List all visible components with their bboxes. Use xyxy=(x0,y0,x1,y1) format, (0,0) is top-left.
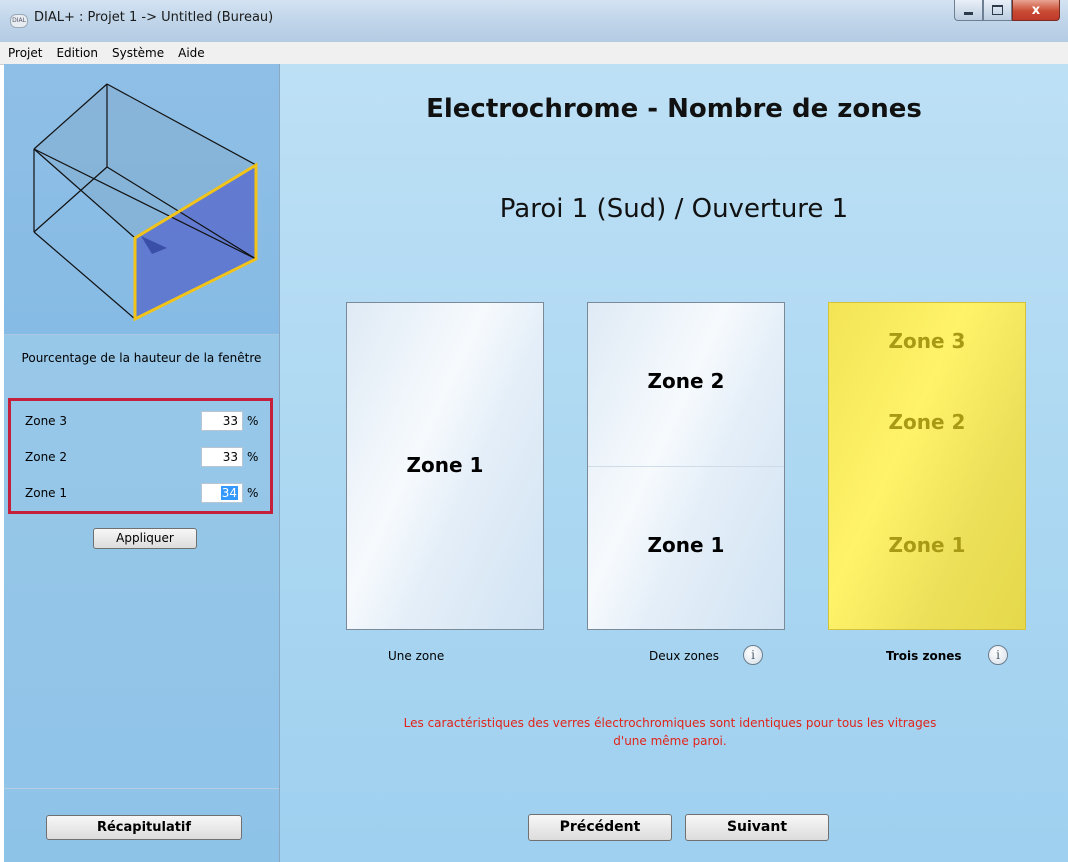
zone-3-unit: % xyxy=(247,414,259,428)
zone-2-unit: % xyxy=(247,450,259,464)
option-three-zones-card[interactable]: Zone 3 Zone 2 Zone 1 xyxy=(828,302,1026,630)
menu-aide[interactable]: Aide xyxy=(172,46,211,60)
card-1-zone-1: Zone 1 xyxy=(406,453,484,477)
option-three-zones-label: Trois zones xyxy=(886,649,962,663)
minimize-icon xyxy=(964,11,973,15)
zone-3-input[interactable]: 33 xyxy=(201,411,243,431)
zone-1-label: Zone 1 xyxy=(25,486,67,500)
window-title: DIAL+ : Projet 1 -> Untitled (Bureau) xyxy=(34,10,274,25)
option-two-zones-label: Deux zones xyxy=(649,649,720,663)
card-3-zone-3: Zone 3 xyxy=(888,329,966,353)
option-one-zone-label: Une zone xyxy=(388,649,445,663)
info-icon[interactable]: i xyxy=(743,645,763,665)
maximize-button[interactable] xyxy=(983,0,1012,21)
menu-projet[interactable]: Projet xyxy=(2,46,48,60)
next-button[interactable]: Suivant xyxy=(685,814,829,841)
notice-text: Les caractéristiques des verres électroc… xyxy=(403,716,937,748)
zone-2-row: Zone 2 33 % xyxy=(25,447,275,467)
sidebar: Pourcentage de la hauteur de la fenêtre … xyxy=(4,64,280,862)
zone-1-input[interactable]: 34 xyxy=(201,483,243,503)
apply-button[interactable]: Appliquer xyxy=(93,528,197,549)
room-3d-view xyxy=(4,64,279,335)
zone-2-input[interactable]: 33 xyxy=(201,447,243,467)
app-icon: DIAL xyxy=(10,14,28,28)
maximize-icon xyxy=(992,5,1003,15)
zone-height-caption: Pourcentage de la hauteur de la fenêtre xyxy=(21,351,262,365)
card-2-divider xyxy=(588,466,784,467)
zone-3-label: Zone 3 xyxy=(25,414,67,428)
window-controls: x xyxy=(954,0,1060,22)
summary-button[interactable]: Récapitulatif xyxy=(46,815,242,840)
title-bar: DIAL DIAL+ : Projet 1 -> Untitled (Burea… xyxy=(0,0,1068,42)
minimize-button[interactable] xyxy=(954,0,983,21)
zone-percentages-panel: Zone 3 33 % Zone 2 33 % Zone 1 34 % xyxy=(8,398,273,514)
menu-bar: Projet Edition Système Aide xyxy=(0,42,1068,65)
close-button[interactable]: x xyxy=(1012,0,1060,21)
card-3-zone-1: Zone 1 xyxy=(888,533,966,557)
card-2-zone-2: Zone 2 xyxy=(647,369,725,393)
page-subtitle: Paroi 1 (Sud) / Ouverture 1 xyxy=(499,194,849,224)
info-icon[interactable]: i xyxy=(988,645,1008,665)
card-2-zone-1: Zone 1 xyxy=(647,533,725,557)
zone-1-row: Zone 1 34 % xyxy=(25,483,275,503)
page-title: Electrochrome - Nombre de zones xyxy=(426,94,922,124)
menu-edition[interactable]: Edition xyxy=(50,46,104,60)
zone-1-selected-value: 34 xyxy=(220,486,238,500)
room-model-graphic xyxy=(33,83,258,322)
main-panel: Electrochrome - Nombre de zones Paroi 1 … xyxy=(280,64,1068,862)
zone-3-row: Zone 3 33 % xyxy=(25,411,275,431)
zone-2-label: Zone 2 xyxy=(25,450,67,464)
sidebar-divider xyxy=(4,788,279,789)
menu-systeme[interactable]: Système xyxy=(106,46,170,60)
zone-1-unit: % xyxy=(247,486,259,500)
close-icon: x xyxy=(1031,2,1041,18)
option-two-zones-card[interactable]: Zone 2 Zone 1 xyxy=(587,302,785,630)
previous-button[interactable]: Précédent xyxy=(528,814,672,841)
option-one-zone-card[interactable]: Zone 1 xyxy=(346,302,544,630)
card-3-zone-2: Zone 2 xyxy=(888,410,966,434)
